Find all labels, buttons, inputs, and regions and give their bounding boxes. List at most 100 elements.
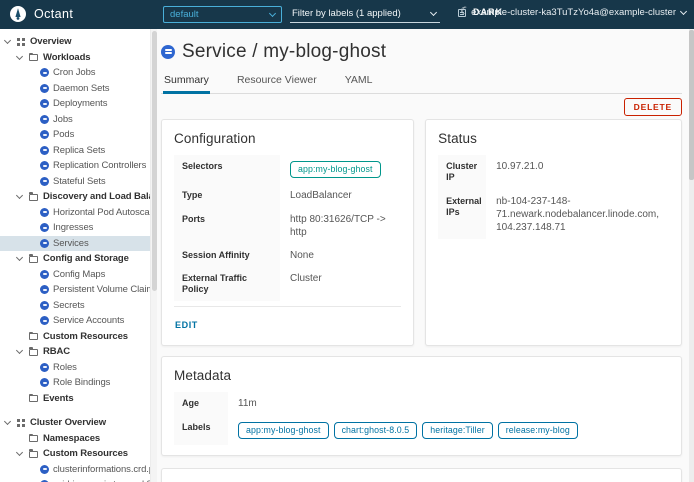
sidebar-item-services[interactable]: Services bbox=[0, 236, 150, 252]
sidebar-item-replication-controllers[interactable]: Replication Controllers bbox=[0, 158, 150, 174]
sidebar-item-replica-sets[interactable]: Replica Sets bbox=[0, 143, 150, 159]
field-label: External Traffic Policy bbox=[174, 267, 280, 302]
stateful-sets-icon bbox=[40, 177, 49, 186]
field-row: Labels app:my-blog-ghost chart:ghost-8.0.5… bbox=[174, 416, 669, 445]
tab-bar: Summary Resource Viewer YAML bbox=[161, 72, 682, 94]
caret-down-icon[interactable] bbox=[16, 192, 23, 199]
jobs-icon bbox=[40, 115, 49, 124]
caret-down-icon[interactable] bbox=[16, 53, 23, 60]
page-header: Service / my-blog-ghost bbox=[161, 41, 682, 63]
sidebar-item-daemon-sets[interactable]: Daemon Sets bbox=[0, 81, 150, 97]
chevron-down-icon bbox=[680, 8, 687, 15]
field-label: Selectors bbox=[174, 155, 280, 184]
page-scrollbar-thumb[interactable] bbox=[689, 30, 694, 180]
field-row: Portshttp 80:31626/TCP -> http bbox=[174, 208, 401, 244]
sidebar-item-roles[interactable]: Roles bbox=[0, 360, 150, 376]
delete-button[interactable]: DELETE bbox=[624, 98, 682, 116]
sidebar-scrollbar[interactable] bbox=[150, 29, 157, 482]
sidebar-item-label: Config Maps bbox=[53, 269, 105, 280]
applications-icon bbox=[17, 419, 25, 427]
field-row: External IPsnb-104-237-148-71.newark.nod… bbox=[438, 190, 669, 239]
field-value: 11m bbox=[228, 392, 669, 415]
sidebar-item-custom-resources[interactable]: Custom Resources bbox=[0, 329, 150, 345]
field-value: http 80:31626/TCP -> http bbox=[280, 208, 401, 244]
sidebar-item-cluster-overview[interactable]: Cluster Overview bbox=[0, 415, 150, 431]
field-row: TypeLoadBalancer bbox=[174, 184, 401, 207]
tab-resource-viewer[interactable]: Resource Viewer bbox=[236, 72, 318, 94]
field-row: Session AffinityNone bbox=[174, 244, 401, 267]
sidebar-item-clusterinformations-crd-projec[interactable]: clusterinformations.crd.projec bbox=[0, 462, 150, 478]
selector-tag[interactable]: app:my-blog-ghost bbox=[290, 161, 381, 178]
pvc-icon bbox=[40, 285, 49, 294]
caret-down-icon[interactable] bbox=[16, 449, 23, 456]
sidebar-item-horizontal-pod-autoscalers[interactable]: Horizontal Pod Autoscalers bbox=[0, 205, 150, 221]
folder-icon bbox=[29, 256, 38, 263]
configuration-fields: Selectors app:my-blog-ghost TypeLoadBalanc… bbox=[174, 155, 401, 301]
field-value: app:my-blog-ghost chart:ghost-8.0.5herita… bbox=[228, 416, 669, 445]
sidebar-item-service-accounts[interactable]: Service Accounts bbox=[0, 313, 150, 329]
sidebar-item-label: Events bbox=[43, 393, 74, 404]
sidebar-item-label: Jobs bbox=[53, 114, 73, 125]
label-filter-input[interactable]: Filter by labels (1 applied) bbox=[290, 6, 440, 23]
sidebar-item-stateful-sets[interactable]: Stateful Sets bbox=[0, 174, 150, 190]
label-filter-value: Filter by labels (1 applied) bbox=[292, 8, 401, 19]
field-value: nb-104-237-148-71.newark.nodebalancer.li… bbox=[486, 190, 669, 239]
sidebar-item-workloads[interactable]: Workloads bbox=[0, 50, 150, 66]
sidebar-item-cron-jobs[interactable]: Cron Jobs bbox=[0, 65, 150, 81]
top-header-bar: Octant default Filter by labels (1 appli… bbox=[0, 0, 694, 29]
tab-yaml[interactable]: YAML bbox=[344, 72, 374, 94]
caret-down-icon[interactable] bbox=[4, 37, 11, 44]
cluster-selector[interactable]: example-cluster-ka3TuTzYo4a@example-clus… bbox=[458, 7, 686, 18]
sidebar-item-rbac[interactable]: RBAC bbox=[0, 344, 150, 360]
sidebar-item-namespaces[interactable]: Namespaces bbox=[0, 431, 150, 447]
label-tag[interactable]: app:my-blog-ghost bbox=[238, 422, 329, 439]
app-branding[interactable]: Octant bbox=[10, 6, 73, 22]
field-value: None bbox=[280, 244, 401, 267]
sidebar-item-discovery-and-load-balancing[interactable]: Discovery and Load Balancing bbox=[0, 189, 150, 205]
sidebar-nav: Overview Workloads Cron Jobs Daemon SetsDep… bbox=[0, 29, 150, 482]
sidebar-item-custom-resources[interactable]: Custom Resources bbox=[0, 446, 150, 462]
field-value: LoadBalancer bbox=[280, 184, 401, 207]
label-tag[interactable]: chart:ghost-8.0.5 bbox=[334, 422, 418, 439]
sidebar-item-label: RBAC bbox=[43, 346, 70, 357]
sidebar-item-persistent-volume-claims[interactable]: Persistent Volume Claims bbox=[0, 282, 150, 298]
tab-summary[interactable]: Summary bbox=[163, 72, 210, 94]
sidebar-item-label: Deployments bbox=[53, 98, 107, 109]
secrets-icon bbox=[40, 301, 49, 310]
replica-sets-icon bbox=[40, 146, 49, 155]
sidebar-item-label: Cluster Overview bbox=[30, 417, 106, 428]
config-maps-icon bbox=[40, 270, 49, 279]
folder-icon bbox=[29, 395, 38, 402]
sidebar-item-events[interactable]: Events bbox=[0, 391, 150, 407]
sidebar-item-secrets[interactable]: Secrets bbox=[0, 298, 150, 314]
page-scrollbar[interactable] bbox=[689, 29, 694, 482]
sidebar-item-config-maps[interactable]: Config Maps bbox=[0, 267, 150, 283]
edit-link[interactable]: EDIT bbox=[175, 320, 198, 330]
sidebar-item-label: Service Accounts bbox=[53, 315, 124, 326]
namespace-value: default bbox=[170, 9, 199, 20]
field-label: Ports bbox=[174, 208, 280, 244]
summary-cards-row: Configuration Selectorsapp:my-blog-ghost… bbox=[161, 119, 682, 346]
sidebar-item-deployments[interactable]: Deployments bbox=[0, 96, 150, 112]
metadata-fields: Age11mLabelsapp:my-blog-ghostchart:ghost… bbox=[174, 392, 669, 445]
configuration-footer: EDIT bbox=[174, 306, 401, 335]
sidebar-item-csidrivers-csi-storage-k8s-io[interactable]: csidrivers.csi.storage.k8s.io bbox=[0, 477, 150, 482]
caret-down-icon[interactable] bbox=[16, 347, 23, 354]
sidebar-item-label: Overview bbox=[30, 36, 71, 47]
field-row: External Traffic PolicyCluster bbox=[174, 267, 401, 302]
namespace-dropdown[interactable]: default bbox=[163, 6, 282, 23]
sidebar-item-overview[interactable]: Overview bbox=[0, 34, 150, 50]
sidebar-item-jobs[interactable]: Jobs bbox=[0, 112, 150, 128]
sidebar-item-label: Workloads bbox=[43, 52, 91, 63]
sidebar-item-ingresses[interactable]: Ingresses bbox=[0, 220, 150, 236]
field-label: Labels bbox=[174, 416, 228, 445]
caret-down-icon[interactable] bbox=[16, 254, 23, 261]
caret-down-icon[interactable] bbox=[4, 418, 11, 425]
sidebar-item-label: Replica Sets bbox=[53, 145, 105, 156]
sidebar-item-pods[interactable]: Pods bbox=[0, 127, 150, 143]
sidebar-item-label: Cron Jobs bbox=[53, 67, 95, 78]
label-tag[interactable]: release:my-blog bbox=[498, 422, 578, 439]
sidebar-item-config-and-storage[interactable]: Config and Storage bbox=[0, 251, 150, 267]
sidebar-item-role-bindings[interactable]: Role Bindings bbox=[0, 375, 150, 391]
label-tag[interactable]: heritage:Tiller bbox=[422, 422, 492, 439]
